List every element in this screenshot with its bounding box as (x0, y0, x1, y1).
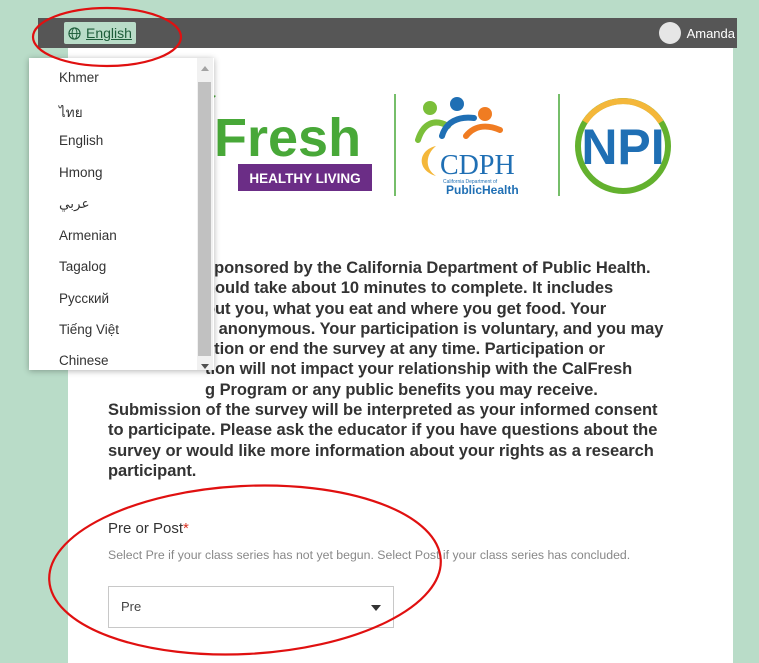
language-dropdown: Khmer ไทย English Hmong عربي Armenian Ta… (29, 58, 214, 370)
user-menu[interactable]: Amanda (658, 22, 735, 44)
select-value: Pre (121, 599, 142, 614)
intro-line: g Program or any public benefits you may… (205, 380, 598, 399)
intro-line: Submission of the survey will be interpr… (108, 401, 658, 420)
scrollbar-thumb[interactable] (198, 82, 211, 356)
language-selector-label: English (86, 25, 132, 41)
language-option[interactable]: Armenian (59, 228, 117, 243)
chevron-down-icon (371, 605, 381, 611)
cdph-wordmark: CDPH (440, 150, 515, 181)
question-description: Select Pre if your class series has not … (108, 548, 631, 562)
avatar (658, 22, 681, 44)
pre-post-select[interactable]: Pre (108, 586, 394, 628)
calfresh-wordmark: Fresh (214, 108, 361, 168)
user-name: Amanda (686, 25, 735, 41)
language-option[interactable]: Tagalog (59, 259, 106, 274)
language-option[interactable]: ไทย (59, 101, 83, 123)
language-option[interactable]: English (59, 133, 103, 148)
scroll-down-icon[interactable] (201, 364, 209, 369)
svg-text:PublicHealth: PublicHealth (446, 183, 519, 197)
npi-logo: NPI (575, 98, 671, 194)
calfresh-tagline: HEALTHY LIVING (249, 171, 360, 186)
language-option[interactable]: Hmong (59, 165, 103, 180)
language-option[interactable]: Tiếng Việt (59, 322, 119, 337)
language-option[interactable]: Chinese (59, 353, 109, 368)
npi-wordmark: NPI (581, 119, 664, 175)
language-selector-button[interactable]: English (64, 22, 136, 44)
required-mark: * (183, 520, 189, 537)
calfresh-logo: Fresh HEALTHY LIVING (187, 95, 372, 191)
sponsor-logos: Fresh HEALTHY LIVING CDPH California Dep… (187, 94, 671, 197)
intro-line: survey or would like more information ab… (108, 441, 654, 460)
scroll-up-icon[interactable] (201, 66, 209, 71)
language-option[interactable]: عربي (59, 196, 90, 212)
top-bar (38, 18, 737, 48)
question-title: Pre or Post* (108, 520, 189, 537)
cdph-logo: CDPH California Department of PublicHeal… (415, 97, 519, 197)
intro-line: to participate. Please ask the educator … (108, 421, 658, 440)
globe-icon (68, 26, 81, 40)
intro-line: participant. (108, 461, 197, 480)
language-option[interactable]: Русский (59, 291, 109, 306)
language-option[interactable]: Khmer (59, 70, 99, 85)
